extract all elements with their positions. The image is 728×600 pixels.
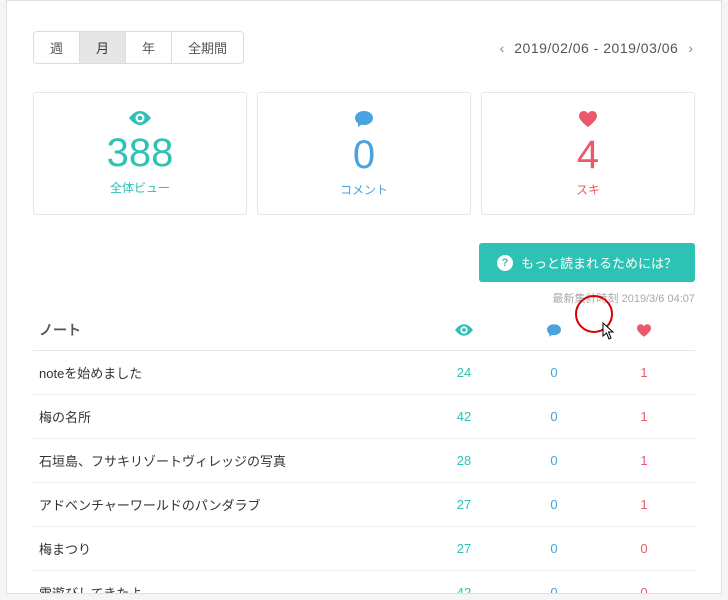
last-updated-stamp: 最新集計時刻 2019/3/6 04:07 (33, 290, 695, 306)
col-likes-sort[interactable] (599, 324, 689, 337)
row-comments: 0 (509, 585, 599, 594)
table-row[interactable]: 梅まつり2700 (33, 527, 695, 571)
stat-likes-label: スキ (482, 181, 694, 198)
row-likes: 1 (599, 365, 689, 380)
chevron-left-icon[interactable]: ‹ (498, 40, 507, 56)
col-comments-sort[interactable] (509, 324, 599, 337)
segment-all[interactable]: 全期間 (172, 32, 243, 63)
col-title[interactable]: ノート (39, 320, 419, 340)
stat-comments-value: 0 (258, 133, 470, 177)
row-title: 雪遊びしてきたよ (39, 583, 419, 594)
segment-week[interactable]: 週 (34, 32, 80, 63)
col-views-sort[interactable] (419, 324, 509, 336)
cta-label: もっと読まれるためには？ (521, 253, 677, 272)
row-title: 梅まつり (39, 539, 419, 558)
heart-icon (482, 111, 694, 127)
table-row[interactable]: アドベンチャーワールドのパンダラブ2701 (33, 483, 695, 527)
date-range-text: 2019/02/06 - 2019/03/06 (514, 40, 678, 56)
table-row[interactable]: noteを始めました2401 (33, 351, 695, 395)
stat-views-label: 全体ビュー (34, 179, 246, 196)
row-title: noteを始めました (39, 363, 419, 382)
row-views: 42 (419, 585, 509, 594)
table-row[interactable]: 雪遊びしてきたよ4200 (33, 571, 695, 594)
eye-icon (34, 111, 246, 125)
segment-year[interactable]: 年 (126, 32, 172, 63)
row-views: 27 (419, 497, 509, 512)
row-comments: 0 (509, 409, 599, 424)
row-comments: 0 (509, 541, 599, 556)
table-body: noteを始めました2401梅の名所4201石垣島、フサキリゾートヴィレッジの写… (33, 351, 695, 594)
row-comments: 0 (509, 497, 599, 512)
row-likes: 1 (599, 497, 689, 512)
row-likes: 1 (599, 453, 689, 468)
row-likes: 1 (599, 409, 689, 424)
stat-likes-value: 4 (482, 133, 694, 177)
stat-views-value: 388 (34, 131, 246, 175)
row-views: 24 (419, 365, 509, 380)
stat-tile-views: 388 全体ビュー (33, 92, 247, 215)
row-title: 石垣島、フサキリゾートヴィレッジの写真 (39, 451, 419, 470)
question-icon: ? (497, 255, 513, 271)
date-range-picker: ‹ 2019/02/06 - 2019/03/06 › (498, 40, 695, 56)
help-cta-button[interactable]: ? もっと読まれるためには？ (479, 243, 695, 282)
row-comments: 0 (509, 365, 599, 380)
row-views: 27 (419, 541, 509, 556)
table-row[interactable]: 石垣島、フサキリゾートヴィレッジの写真2801 (33, 439, 695, 483)
row-likes: 0 (599, 585, 689, 594)
period-segments: 週 月 年 全期間 (33, 31, 244, 64)
stat-tile-comments: 0 コメント (257, 92, 471, 215)
segment-month[interactable]: 月 (80, 32, 126, 63)
row-views: 42 (419, 409, 509, 424)
table-header: ノート (33, 310, 695, 351)
row-title: 梅の名所 (39, 407, 419, 426)
stat-comments-label: コメント (258, 181, 470, 198)
stat-tile-likes: 4 スキ (481, 92, 695, 215)
row-views: 28 (419, 453, 509, 468)
chevron-right-icon[interactable]: › (686, 40, 695, 56)
row-title: アドベンチャーワールドのパンダラブ (39, 495, 419, 514)
row-comments: 0 (509, 453, 599, 468)
row-likes: 0 (599, 541, 689, 556)
table-row[interactable]: 梅の名所4201 (33, 395, 695, 439)
comment-icon (258, 111, 470, 127)
